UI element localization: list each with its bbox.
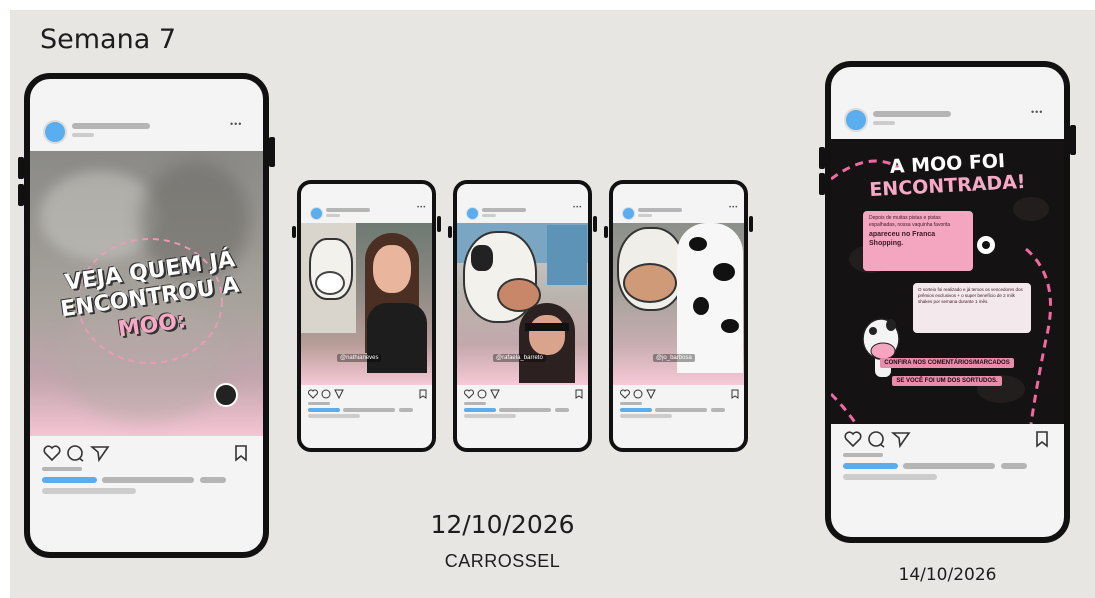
profile-avatar [43, 120, 67, 144]
like-icon[interactable] [843, 430, 863, 448]
phone-post-veja: ••• VEJA QUEM JÁ ENCONTROU A MOO: [18, 73, 275, 558]
cta-line-2: SE VOCÊ FOI UM DOS SORTUDOS. [892, 376, 1002, 386]
comment-icon[interactable] [66, 444, 86, 462]
profile-avatar [622, 207, 635, 220]
comment-icon[interactable] [321, 389, 331, 399]
week-title: Semana 7 [40, 24, 177, 55]
share-icon[interactable] [490, 389, 500, 399]
bookmark-icon[interactable] [1035, 430, 1049, 448]
share-icon[interactable] [891, 430, 911, 448]
carousel-label: CARROSSEL [444, 551, 561, 571]
more-options-icon[interactable]: ••• [230, 119, 242, 129]
mention-tag[interactable]: @nathianeves [337, 354, 382, 362]
like-icon[interactable] [42, 444, 62, 462]
carousel-slide-1: ••• @nathianeves [292, 180, 441, 452]
info-box-1: Depois de muitas pistas e pistas espalha… [863, 211, 973, 271]
comment-icon[interactable] [633, 389, 643, 399]
comment-icon[interactable] [867, 430, 887, 448]
phone-post-moo-found: ••• A MOO FOI ENCONTRADA! Depois de muit… [819, 61, 1076, 543]
share-icon[interactable] [646, 389, 656, 399]
bookmark-icon[interactable] [234, 444, 248, 462]
carousel-slide-3: ••• @jo_barbosa [604, 180, 753, 452]
profile-avatar [310, 207, 323, 220]
post2-date: 14/10/2026 [898, 565, 997, 585]
share-icon[interactable] [334, 389, 344, 399]
slide-photo: @nathianeves [301, 223, 432, 385]
like-icon[interactable] [464, 389, 474, 399]
info-box-2: O sorteio foi realizado e já temos os ve… [913, 283, 1031, 333]
cta-line-1: CONFIRA NOS COMENTÁRIOS/MARCADOS [880, 358, 1014, 368]
info-box-1-bold: apareceu no Franca Shopping. [869, 231, 936, 248]
info-box-2-text: O sorteio foi realizado e já temos os ve… [918, 287, 1023, 304]
carousel-slide-2: ••• @rafaela_barreto [448, 180, 597, 452]
like-icon[interactable] [308, 389, 318, 399]
more-options-icon[interactable]: ••• [1031, 107, 1043, 117]
post-image: VEJA QUEM JÁ ENCONTROU A MOO: [30, 151, 263, 436]
comment-icon[interactable] [477, 389, 487, 399]
bookmark-icon[interactable] [419, 389, 427, 399]
slide-photo: @rafaela_barreto [457, 223, 588, 385]
share-icon[interactable] [90, 444, 110, 462]
like-icon[interactable] [620, 389, 630, 399]
mockup-board: Semana 7 ••• VEJA QUEM JÁ ENCONTROU A MO… [10, 10, 1095, 598]
profile-avatar [466, 207, 479, 220]
mention-tag[interactable]: @jo_barbosa [653, 354, 695, 362]
bookmark-icon[interactable] [575, 389, 583, 399]
bookmark-icon[interactable] [731, 389, 739, 399]
slide-photo: @jo_barbosa [613, 223, 744, 385]
carousel-date: 12/10/2026 [430, 510, 575, 539]
profile-avatar [844, 108, 868, 132]
mention-tag[interactable]: @rafaela_barreto [493, 354, 546, 362]
cta-banner: CONFIRA NOS COMENTÁRIOS/MARCADOS SE VOCÊ… [857, 351, 1037, 387]
info-box-1-text: Depois de muitas pistas e pistas espalha… [869, 215, 951, 228]
post-image: A MOO FOI ENCONTRADA! Depois de muitas p… [831, 139, 1064, 424]
